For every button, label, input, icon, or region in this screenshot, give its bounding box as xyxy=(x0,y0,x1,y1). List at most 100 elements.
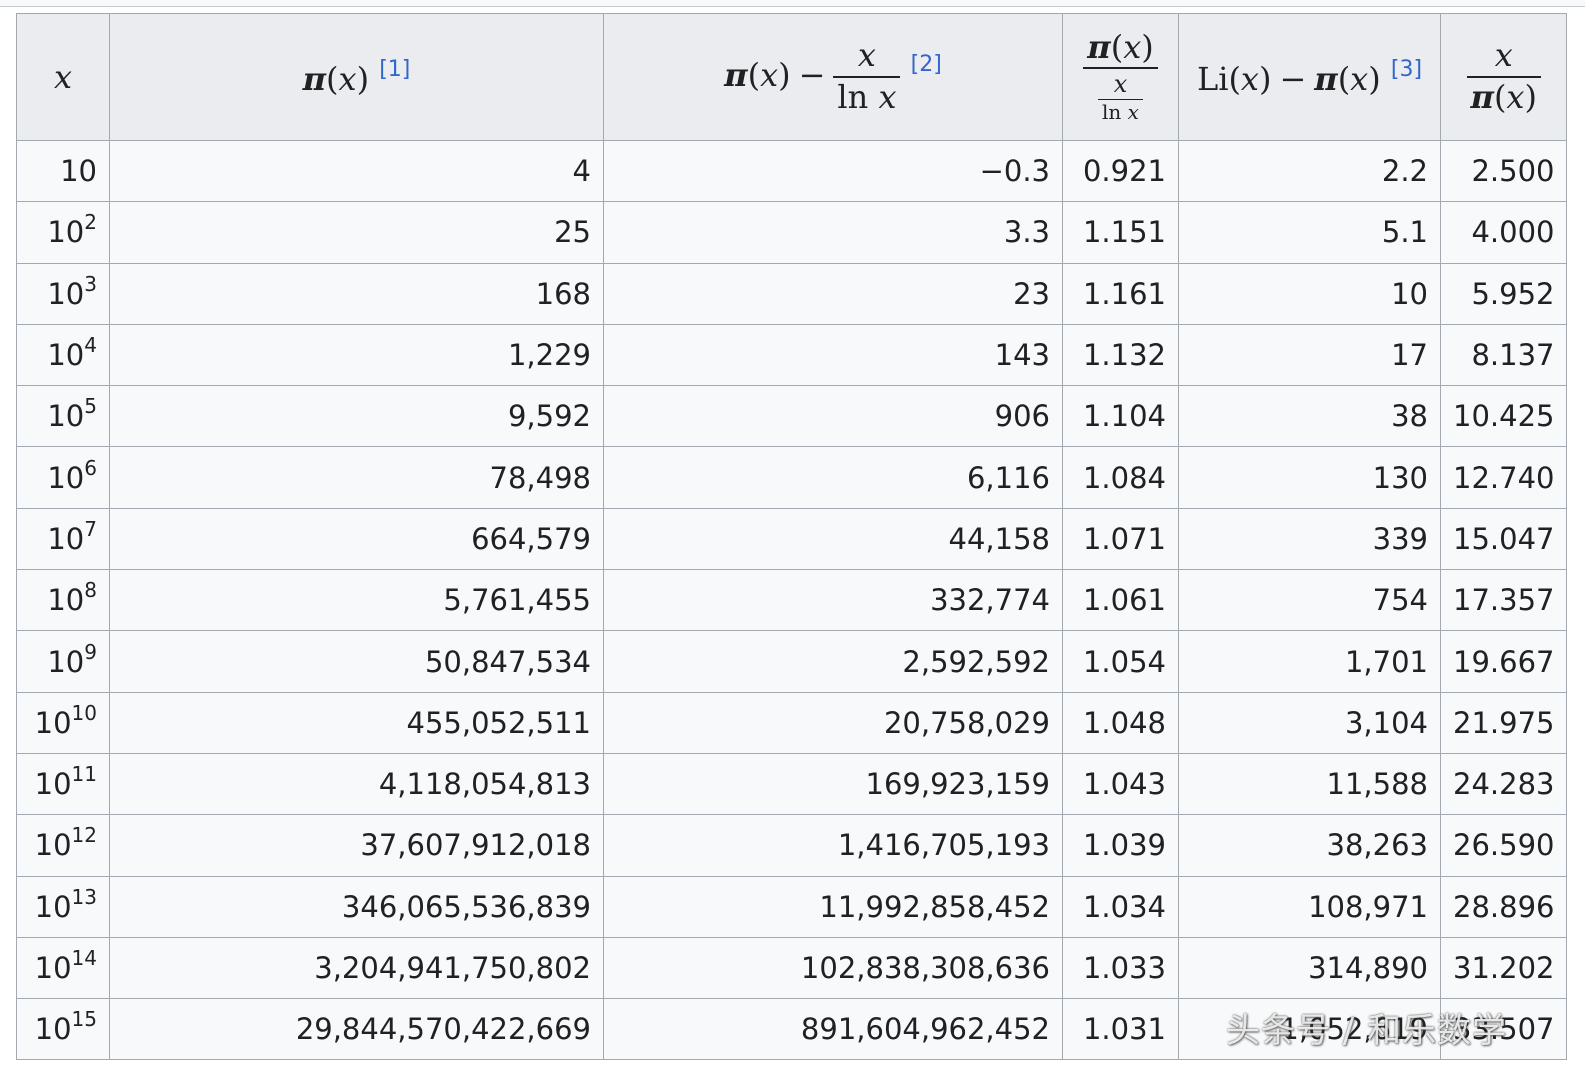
table-row: 107 664,579 44,158 1.071 339 15.047 xyxy=(16,507,1568,571)
cell-diff: 6,116 xyxy=(603,446,1063,509)
x-exponent: 4 xyxy=(84,333,97,358)
x-over-lnx-fraction: x ln x xyxy=(833,39,901,114)
cell-pi: 4 xyxy=(109,139,604,203)
cell-diff: 169,923,159 xyxy=(603,752,1063,816)
x-exponent: 9 xyxy=(84,639,97,664)
cell-li-diff: 1,701 xyxy=(1178,630,1441,693)
cell-x: 103 xyxy=(16,262,110,325)
table-row: 1013 346,065,536,839 11,992,858,452 1.034 10… xyxy=(16,875,1568,938)
x-exponent: 5 xyxy=(84,394,97,419)
table-row: 1014 3,204,941,750,802 102,838,308,636 1.03… xyxy=(16,936,1568,1000)
header-pi-minus-x-over-lnx: π(x) − x ln x [2] xyxy=(603,13,1063,141)
cell-x-over-pi: 28.896 xyxy=(1439,875,1568,938)
x-base: 10 xyxy=(47,276,85,311)
ref-link-2[interactable]: [2] xyxy=(911,53,942,78)
header-x-over-pi: x π(x) xyxy=(1439,13,1568,141)
table-row: 1011 4,118,054,813 169,923,159 1.043 11,588 2… xyxy=(16,752,1568,816)
table-row: 1015 29,844,570,422,669 891,604,962,452 1.0… xyxy=(16,998,1568,1061)
cell-x: 107 xyxy=(16,507,110,571)
cell-li-diff: 108,971 xyxy=(1178,875,1441,938)
cell-ratio: 1.104 xyxy=(1062,385,1179,448)
cell-li-diff: 754 xyxy=(1178,569,1441,632)
ref-link-1[interactable]: [1] xyxy=(379,57,410,82)
cell-diff: 143 xyxy=(603,323,1063,387)
header-pi-x: π(x) [1] xyxy=(109,13,604,141)
table-row: 102 25 3.3 1.151 5.1 4.000 xyxy=(16,201,1568,264)
cell-ratio: 1.054 xyxy=(1062,630,1179,693)
table-body: 10 4 −0.3 0.921 2.2 2.500 102 25 3.3 1.151 5.1 4.00… xyxy=(16,139,1568,1061)
cell-x: 1011 xyxy=(16,752,110,816)
cell-x-over-pi: 12.740 xyxy=(1439,446,1568,509)
x-exponent: 14 xyxy=(71,946,97,970)
cell-diff: 906 xyxy=(603,385,1063,448)
cell-x-over-pi: 15.047 xyxy=(1439,507,1568,571)
cell-x-over-pi: 31.202 xyxy=(1439,936,1568,1000)
x-base: 10 xyxy=(34,951,72,985)
cell-li-diff: 17 xyxy=(1178,323,1441,387)
cell-pi: 25 xyxy=(109,201,604,264)
cell-pi: 168 xyxy=(109,262,604,325)
cell-pi: 1,229 xyxy=(109,323,604,387)
x-exponent: 13 xyxy=(71,884,97,909)
ratio-fraction: π(x) x ln x xyxy=(1083,30,1158,124)
header-li-minus-pi: Li(x) − π(x) [3] xyxy=(1178,13,1441,141)
cell-ratio: 1.033 xyxy=(1062,936,1179,1000)
cell-ratio: 1.061 xyxy=(1062,569,1179,632)
cell-li-diff: 10 xyxy=(1178,262,1441,325)
cell-x-over-pi: 17.357 xyxy=(1439,569,1568,632)
prime-counting-table: x π(x) [1] π(x) − x ln x [2] π(x) x ln x… xyxy=(16,13,1568,1061)
cell-x-over-pi: 4.000 xyxy=(1439,201,1568,264)
cell-diff: −0.3 xyxy=(603,139,1063,203)
ref-link-3[interactable]: [3] xyxy=(1391,57,1422,82)
cell-x: 106 xyxy=(16,446,110,509)
cell-li-diff: 130 xyxy=(1178,446,1441,509)
cell-x: 10 xyxy=(16,139,110,203)
cell-x-over-pi: 10.425 xyxy=(1439,385,1568,448)
x-exponent: 3 xyxy=(84,271,97,296)
cell-diff: 1,416,705,193 xyxy=(603,814,1063,877)
cell-diff: 20,758,029 xyxy=(603,691,1063,754)
table-row: 109 50,847,534 2,592,592 1.054 1,701 19.667 xyxy=(16,630,1568,693)
cell-diff: 23 xyxy=(603,262,1063,325)
table-row: 108 5,761,455 332,774 1.061 754 17.357 xyxy=(16,569,1568,632)
cell-x: 109 xyxy=(16,630,110,693)
x-exponent: 2 xyxy=(84,210,97,235)
cell-ratio: 0.921 xyxy=(1062,139,1179,203)
cell-x: 1012 xyxy=(16,814,110,877)
table-row: 104 1,229 143 1.132 17 8.137 xyxy=(16,323,1568,387)
x-base: 10 xyxy=(47,521,85,556)
cell-ratio: 1.048 xyxy=(1062,691,1179,754)
x-exponent: 15 xyxy=(71,1007,97,1032)
cell-pi: 346,065,536,839 xyxy=(109,875,604,938)
x-base: 10 xyxy=(47,338,85,373)
cell-x-over-pi: 5.952 xyxy=(1439,262,1568,325)
x-base: 10 xyxy=(47,399,85,434)
cell-x: 1014 xyxy=(16,936,110,1000)
cell-li-diff: 11,588 xyxy=(1178,752,1441,816)
cell-ratio: 1.132 xyxy=(1062,323,1179,387)
cell-x-over-pi: 33.507 xyxy=(1439,998,1568,1061)
cell-x-over-pi: 2.500 xyxy=(1439,139,1568,203)
cell-ratio: 1.161 xyxy=(1062,262,1179,325)
x-base: 10 xyxy=(34,889,72,924)
cell-diff: 102,838,308,636 xyxy=(603,936,1063,1000)
cell-diff: 332,774 xyxy=(603,569,1063,632)
cell-x-over-pi: 21.975 xyxy=(1439,691,1568,754)
cell-x: 104 xyxy=(16,323,110,387)
cell-pi: 664,579 xyxy=(109,507,604,571)
cell-pi: 78,498 xyxy=(109,446,604,509)
header-row: x π(x) [1] π(x) − x ln x [2] π(x) x ln x… xyxy=(16,13,1568,141)
cell-ratio: 1.151 xyxy=(1062,201,1179,264)
x-base: 10 xyxy=(34,767,72,802)
cell-diff: 11,992,858,452 xyxy=(603,875,1063,938)
x-over-pi-fraction: x π(x) xyxy=(1466,39,1541,114)
top-rule xyxy=(0,0,1585,7)
x-exponent: 8 xyxy=(84,578,97,603)
cell-ratio: 1.039 xyxy=(1062,814,1179,877)
cell-x: 102 xyxy=(16,201,110,264)
cell-ratio: 1.034 xyxy=(1062,875,1179,938)
x-base: 10 xyxy=(34,828,72,863)
table-row: 103 168 23 1.161 10 5.952 xyxy=(16,262,1568,325)
cell-li-diff: 38 xyxy=(1178,385,1441,448)
cell-pi: 455,052,511 xyxy=(109,691,604,754)
